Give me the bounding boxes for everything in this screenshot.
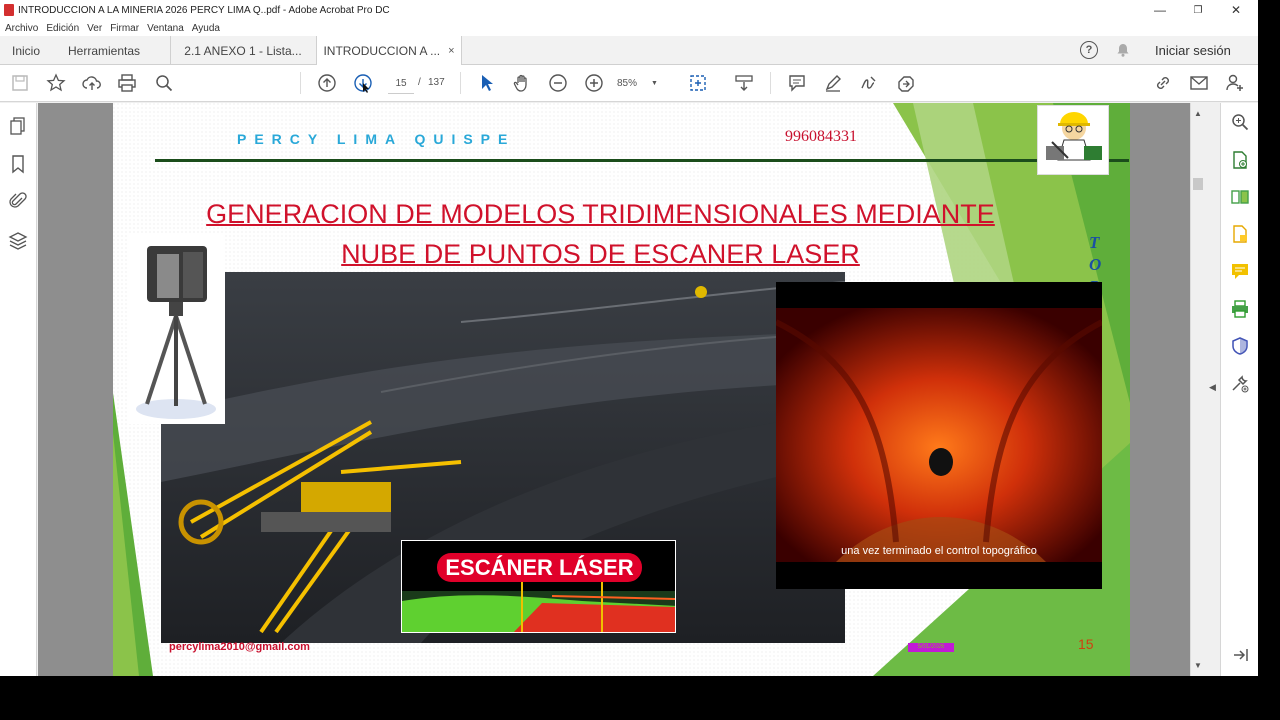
- edit-pdf-icon[interactable]: [1230, 224, 1250, 244]
- scroll-mode-icon[interactable]: [734, 73, 754, 93]
- pdf-page: PERCY LIMA QUISPE 996084331 GENERACION D…: [113, 103, 1130, 676]
- tab-introduccion[interactable]: INTRODUCCION A ... ×: [316, 36, 462, 66]
- screen-border-right: [1258, 0, 1280, 720]
- comment-icon[interactable]: [787, 73, 807, 93]
- comment-tool-icon[interactable]: [1230, 261, 1250, 281]
- slide-page-number: 15: [1078, 636, 1094, 652]
- laser-banner-text: ESCÁNER LÁSER: [437, 553, 642, 582]
- tab-herramientas[interactable]: Herramientas: [68, 36, 140, 65]
- slide-date: 5/01/2026: [908, 643, 954, 652]
- laser-scan-inset: ESCÁNER LÁSER: [401, 540, 676, 633]
- protect-shield-icon[interactable]: [1230, 336, 1250, 356]
- page-thumbnails-icon[interactable]: [8, 116, 28, 136]
- page-number-input[interactable]: 15: [388, 74, 414, 94]
- help-icon[interactable]: ?: [1080, 41, 1098, 59]
- bookmarks-icon[interactable]: [8, 154, 28, 174]
- menu-bar: Archivo Edición Ver Firmar Ventana Ayuda: [0, 20, 1258, 36]
- hand-icon[interactable]: [512, 73, 532, 93]
- slide-author-name: PERCY LIMA QUISPE: [237, 131, 516, 147]
- zoom-select[interactable]: 85% ▼: [617, 73, 669, 93]
- menu-ver[interactable]: Ver: [87, 23, 102, 34]
- slide-title-line2: NUBE DE PUNTOS DE ESCANER LASER: [341, 239, 860, 269]
- toolbar-separator: [460, 72, 461, 94]
- slide-email: percylima2010@gmail.com: [169, 641, 310, 653]
- close-window-button[interactable]: ✕: [1216, 0, 1256, 20]
- window-title: INTRODUCCION A LA MINERIA 2026 PERCY LIM…: [18, 4, 390, 16]
- sign-icon[interactable]: [859, 73, 879, 93]
- expand-panel-icon[interactable]: [1230, 645, 1250, 665]
- print-production-icon[interactable]: [1230, 299, 1250, 319]
- acrobat-logo-icon: [4, 4, 14, 16]
- menu-edicion[interactable]: Edición: [46, 23, 79, 34]
- tab-introduccion-label: INTRODUCCION A ...: [323, 44, 441, 58]
- share-icon[interactable]: [895, 73, 915, 93]
- bookmark-star-icon[interactable]: [46, 73, 66, 93]
- menu-archivo[interactable]: Archivo: [5, 23, 38, 34]
- vertical-scrollbar[interactable]: ▲ ▼: [1190, 103, 1205, 676]
- toolbar-separator: [300, 72, 301, 94]
- side-letter: O: [1089, 255, 1102, 274]
- right-tools-panel: [1220, 103, 1258, 676]
- laser-scanner-tripod-image: [127, 234, 225, 424]
- chevron-down-icon: ▼: [651, 79, 658, 87]
- tab-inicio[interactable]: Inicio: [12, 36, 40, 65]
- search-icon[interactable]: [154, 73, 174, 93]
- screen-border-bottom: [0, 676, 1280, 720]
- page-separator: /: [418, 77, 421, 88]
- tab-anexo[interactable]: 2.1 ANEXO 1 - Lista...: [170, 36, 315, 65]
- upload-cloud-icon[interactable]: [82, 73, 102, 93]
- create-pdf-icon[interactable]: [1230, 150, 1250, 170]
- slide-title-line1: GENERACION DE MODELOS TRIDIMENSIONALES M…: [206, 199, 995, 229]
- acrobat-window: INTRODUCCION A LA MINERIA 2026 PERCY LIM…: [0, 0, 1258, 676]
- minimize-button[interactable]: —: [1140, 0, 1180, 20]
- link-icon[interactable]: [1153, 73, 1173, 93]
- laser-banner: ESCÁNER LÁSER: [402, 553, 675, 582]
- print-icon[interactable]: [117, 73, 137, 93]
- email-icon[interactable]: [1189, 73, 1209, 93]
- slide-header-rule: [155, 159, 1129, 162]
- close-tab-icon[interactable]: ×: [448, 45, 454, 57]
- side-letter: T: [1089, 233, 1100, 252]
- next-page-icon[interactable]: [353, 73, 373, 93]
- add-user-icon[interactable]: [1225, 73, 1245, 93]
- organize-pages-icon[interactable]: [1230, 187, 1250, 207]
- restore-button[interactable]: ❐: [1178, 0, 1218, 20]
- select-cursor-icon[interactable]: [476, 73, 496, 93]
- zoom-tool-icon[interactable]: [1230, 112, 1250, 132]
- video-subtitle: una vez terminado el control topográfico: [841, 545, 1037, 557]
- prev-page-icon[interactable]: [317, 73, 337, 93]
- more-tools-icon[interactable]: [1230, 374, 1250, 394]
- fit-page-icon[interactable]: [688, 73, 708, 93]
- page-total: 137: [428, 77, 445, 88]
- document-viewport[interactable]: PERCY LIMA QUISPE 996084331 GENERACION D…: [38, 103, 1190, 676]
- scroll-down-icon[interactable]: ▼: [1194, 661, 1202, 670]
- slide-phone: 996084331: [785, 128, 857, 145]
- highlight-icon[interactable]: [823, 73, 843, 93]
- bell-icon[interactable]: [1115, 42, 1131, 58]
- miner-logo: [1037, 105, 1109, 175]
- attachments-icon[interactable]: [8, 191, 28, 211]
- left-navigation-panel: [0, 103, 37, 676]
- zoom-value: 85%: [617, 77, 638, 89]
- zoom-out-icon[interactable]: [548, 73, 568, 93]
- menu-ventana[interactable]: Ventana: [147, 23, 184, 34]
- sign-in-button[interactable]: Iniciar sesión: [1155, 43, 1231, 58]
- scrollbar-thumb[interactable]: [1193, 178, 1203, 190]
- title-bar: INTRODUCCION A LA MINERIA 2026 PERCY LIM…: [0, 0, 1258, 20]
- toolbar-separator: [770, 72, 771, 94]
- tab-bar: Inicio Herramientas 2.1 ANEXO 1 - Lista.…: [0, 36, 1258, 66]
- layers-icon[interactable]: [8, 231, 28, 251]
- scroll-up-icon[interactable]: ▲: [1194, 109, 1202, 118]
- tunnel-video[interactable]: una vez terminado el control topográfico: [776, 282, 1102, 589]
- collapse-right-panel-icon[interactable]: ◀: [1209, 382, 1216, 393]
- zoom-in-icon[interactable]: [584, 73, 604, 93]
- menu-firmar[interactable]: Firmar: [110, 23, 139, 34]
- menu-ayuda[interactable]: Ayuda: [192, 23, 220, 34]
- save-icon[interactable]: [10, 73, 30, 93]
